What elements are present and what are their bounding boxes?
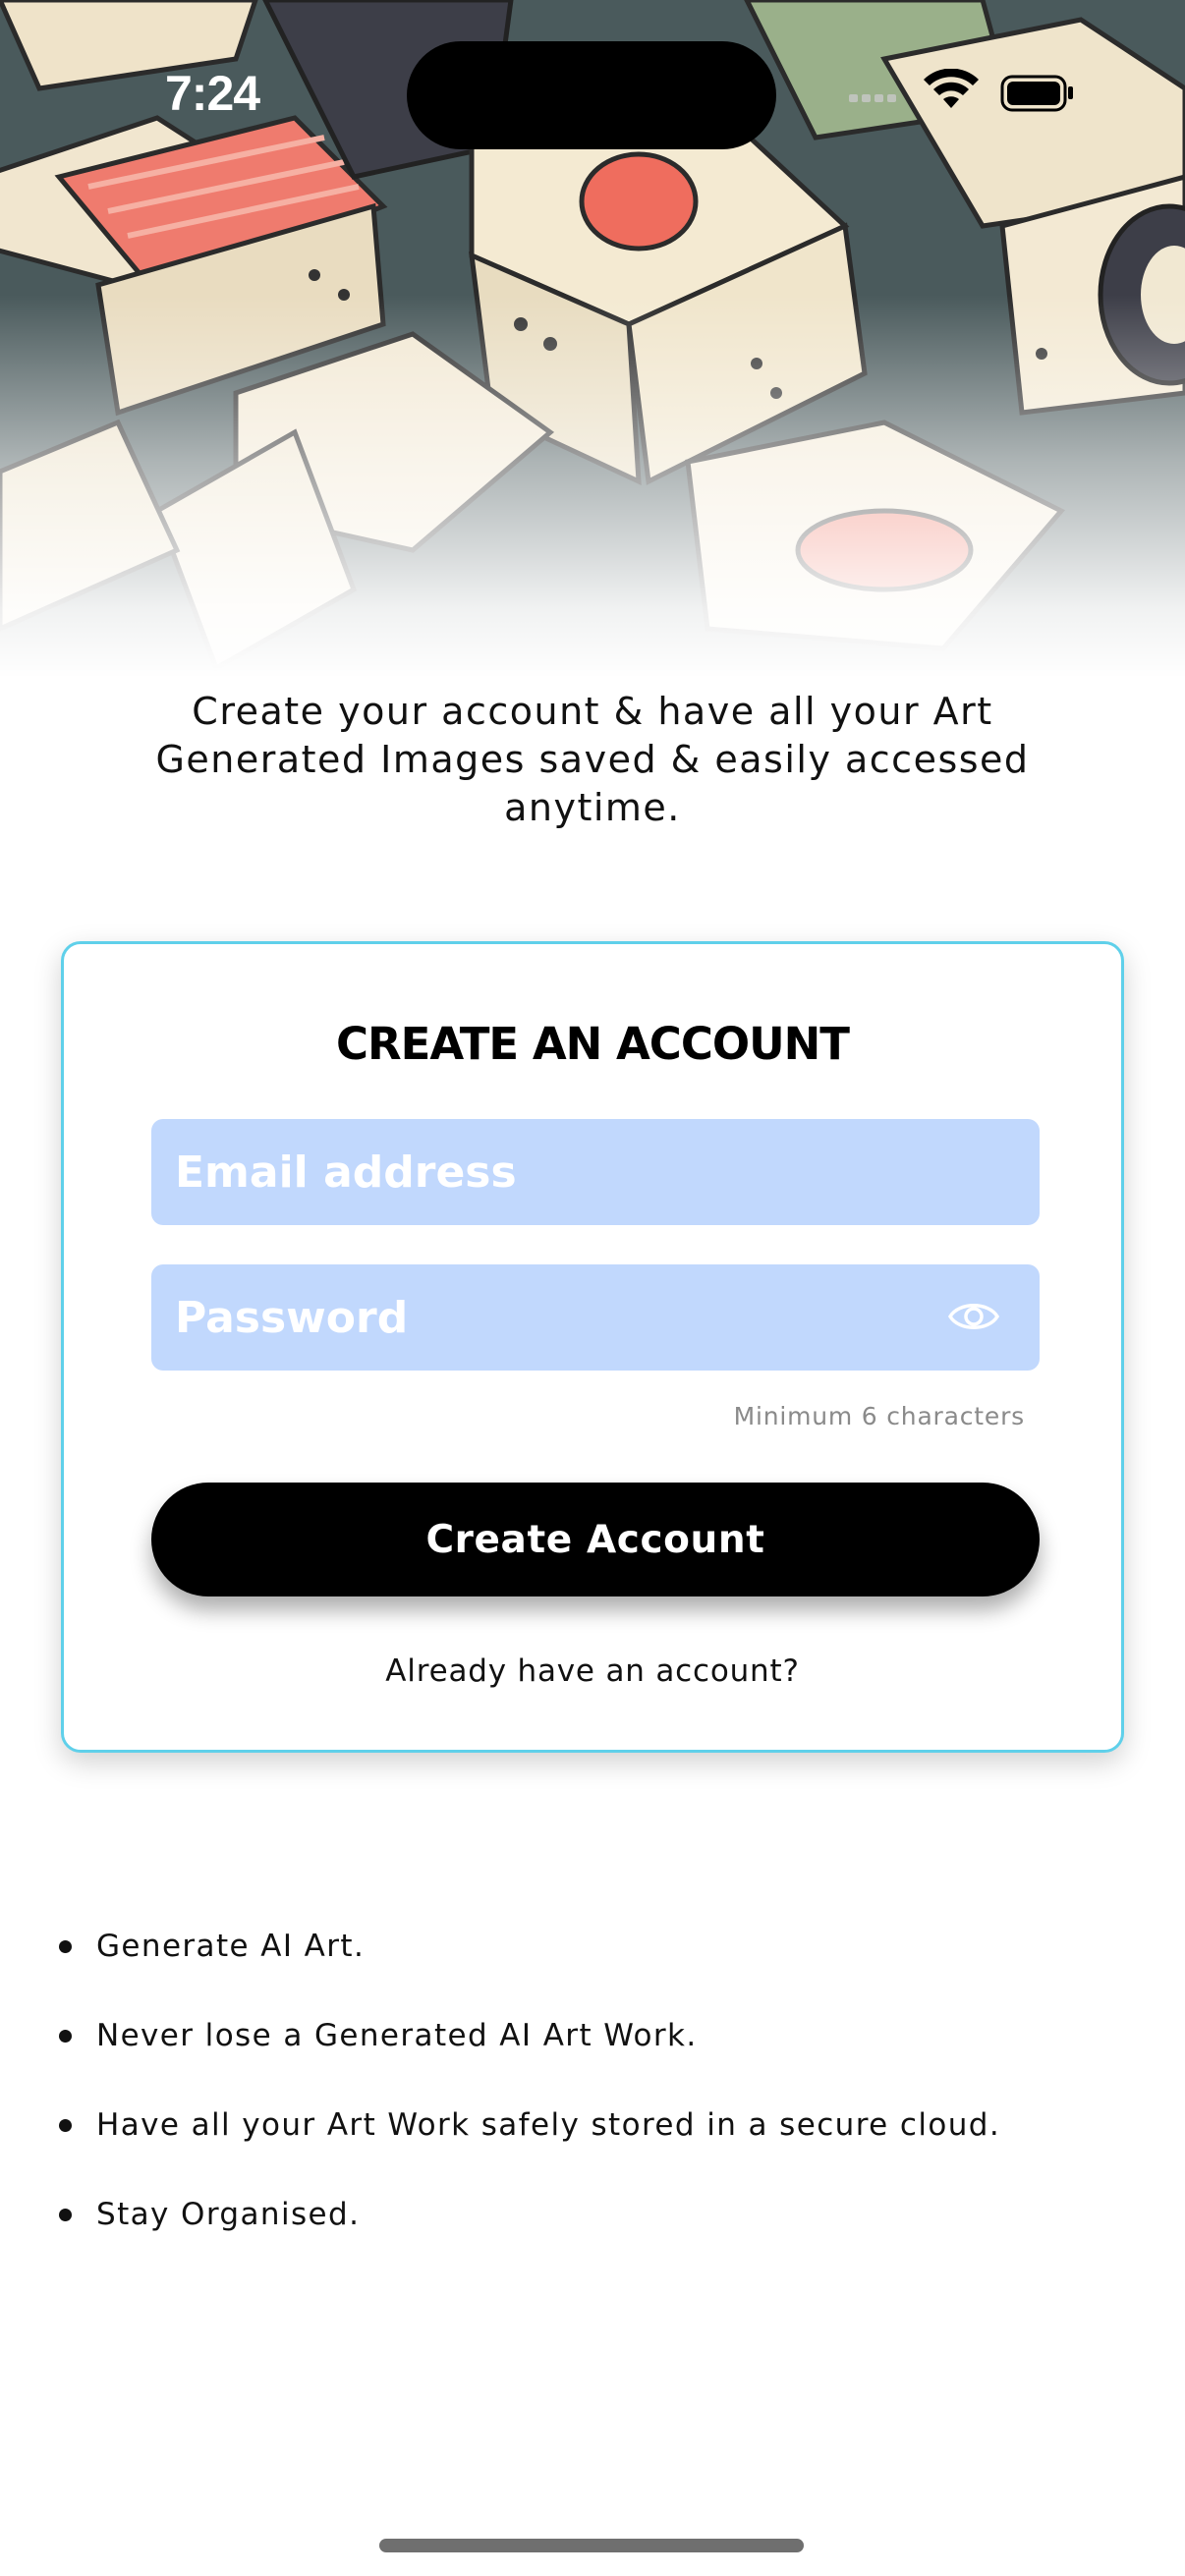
password-field[interactable] <box>151 1264 1040 1371</box>
password-field-container <box>151 1264 1040 1371</box>
email-field-container <box>151 1119 1040 1225</box>
status-time: 7:24 <box>165 66 260 121</box>
bullet-icon <box>59 2209 72 2221</box>
feature-text: Stay Organised. <box>96 2197 361 2232</box>
bullet-icon <box>59 2119 72 2132</box>
create-account-button[interactable]: Create Account <box>151 1483 1040 1596</box>
home-indicator[interactable] <box>379 2539 804 2552</box>
list-item: Have all your Art Work safely stored in … <box>59 2081 1000 2170</box>
status-icons <box>845 68 1081 118</box>
card-title: CREATE AN ACCOUNT <box>335 1018 850 1070</box>
feature-text: Generate AI Art. <box>96 1929 366 1964</box>
list-item: Stay Organised. <box>59 2170 1000 2260</box>
wifi-icon <box>924 68 979 108</box>
feature-text: Never lose a Generated AI Art Work. <box>96 2018 698 2053</box>
bullet-icon <box>59 1940 72 1953</box>
create-account-card: CREATE AN ACCOUNT Minimum 6 characters C… <box>61 941 1124 1753</box>
battery-icon <box>1000 75 1073 112</box>
dynamic-island <box>407 41 776 149</box>
cellular-signal-icon <box>849 94 896 102</box>
features-list: Generate AI Art. Never lose a Generated … <box>59 1902 1000 2260</box>
intro-text: Create your account & have all your Art … <box>155 690 1030 829</box>
email-field[interactable] <box>151 1119 1040 1225</box>
eye-icon[interactable] <box>947 1296 1000 1337</box>
bullet-icon <box>59 2030 72 2043</box>
signin-link[interactable]: Already have an account? <box>64 1653 1121 1689</box>
list-item: Never lose a Generated AI Art Work. <box>59 1991 1000 2081</box>
list-item: Generate AI Art. <box>59 1902 1000 1991</box>
feature-text: Have all your Art Work safely stored in … <box>96 2107 1001 2143</box>
password-hint: Minimum 6 characters <box>733 1402 1025 1430</box>
